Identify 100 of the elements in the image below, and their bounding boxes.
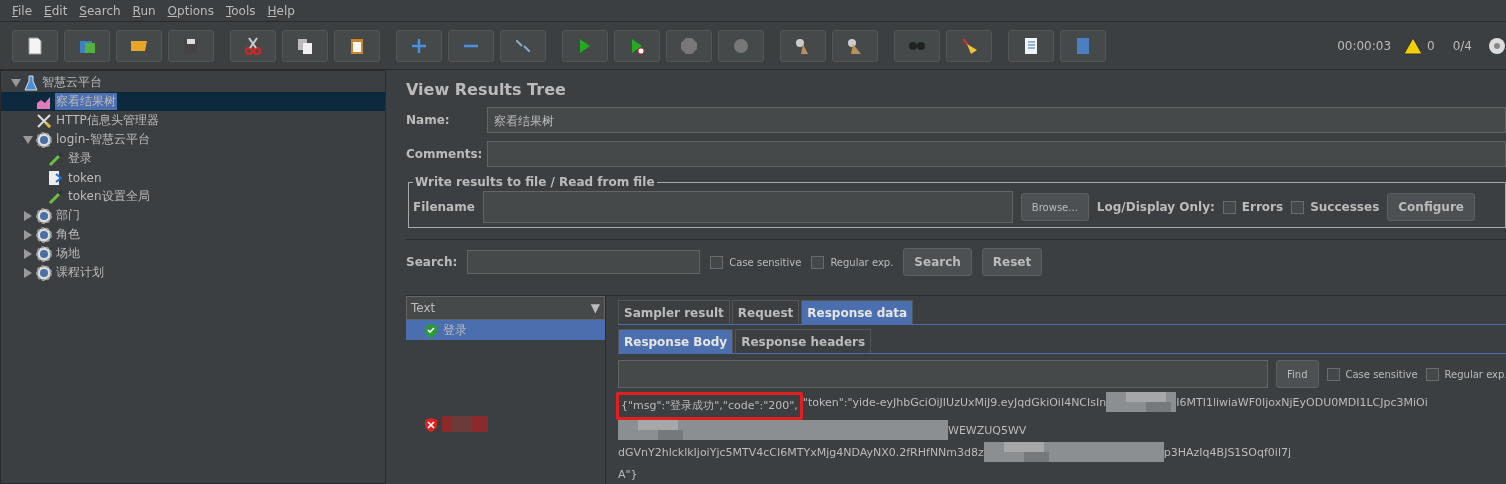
expanded-icon[interactable]: [23, 134, 33, 145]
tree-item[interactable]: 角色: [55, 226, 81, 243]
menu-item[interactable]: Tools: [219, 3, 262, 18]
start-no-pauses-button[interactable]: [614, 29, 660, 62]
gear-icon: [36, 207, 52, 224]
network-icon[interactable]: [1488, 36, 1506, 55]
checkbox[interactable]: [811, 255, 825, 269]
thread-count: 0/4: [1452, 38, 1472, 53]
toggle-button[interactable]: [500, 29, 546, 62]
name-field[interactable]: 察看结果树: [487, 107, 1506, 133]
pipette-icon: [48, 150, 64, 167]
field-label: Comments:: [406, 147, 481, 161]
gear-icon: [36, 226, 52, 243]
minus-icon: [464, 43, 478, 48]
collapsed-icon[interactable]: [23, 210, 33, 221]
save-button[interactable]: [168, 29, 214, 62]
open-icon: [131, 40, 147, 51]
warning-count: 0: [1427, 38, 1435, 53]
browse-button[interactable]: Browse...: [1020, 193, 1089, 221]
shutdown-button[interactable]: [718, 29, 764, 62]
checkbox-label: Errors: [1241, 200, 1284, 214]
checkbox-label: Regular exp.: [830, 256, 894, 268]
clear-all-button[interactable]: [832, 29, 878, 62]
checkbox[interactable]: [1222, 200, 1236, 214]
tree-item[interactable]: 场地: [55, 245, 81, 262]
find-button[interactable]: Find: [1276, 360, 1319, 388]
help-button[interactable]: [1060, 29, 1106, 62]
panel-title: View Results Tree: [406, 79, 567, 101]
checkbox[interactable]: [710, 255, 724, 269]
menu-item[interactable]: Edit: [38, 3, 74, 18]
tab[interactable]: Response headers: [735, 329, 872, 353]
save-icon: [184, 38, 198, 53]
tree-item[interactable]: 课程计划: [55, 264, 105, 281]
menu-item[interactable]: Help: [261, 3, 301, 18]
tree-item[interactable]: 登录: [67, 150, 93, 167]
menu-item[interactable]: Options: [161, 3, 220, 18]
gear-icon: [36, 131, 52, 148]
plus-button[interactable]: [396, 29, 442, 62]
collapsed-icon[interactable]: [23, 248, 33, 259]
field-label: Name:: [406, 113, 451, 127]
toggle-icon: [516, 39, 530, 52]
tree-item[interactable]: token设置全局: [67, 188, 151, 205]
response-line: A"}: [618, 467, 639, 483]
find-field[interactable]: [618, 360, 1268, 388]
comments-field[interactable]: [487, 141, 1506, 167]
stop-icon: [679, 35, 699, 56]
checkbox-label: Case sensitive: [729, 256, 802, 268]
search-button[interactable]: Search: [903, 248, 972, 276]
warning-icon: [1403, 36, 1424, 55]
new-icon: [25, 35, 45, 56]
elapsed-time: 00:00:03: [1337, 38, 1392, 53]
checkbox-label: Successes: [1310, 200, 1380, 214]
tree-item[interactable]: 智慧云平台: [41, 74, 103, 91]
checkbox[interactable]: [1326, 367, 1340, 381]
start-icon: [580, 38, 590, 53]
search-field[interactable]: [467, 250, 701, 274]
new-button[interactable]: [12, 29, 58, 62]
response-line: dGVnY2hlcklkIjoiYjc5MTV4cCI6MTYxMjg4NDAyNX0.2fRHfNNm3d8z p3HAzIq4BJS1SOqf0il7j: [618, 442, 1506, 464]
tree-item[interactable]: login-智慧云平台: [55, 131, 151, 148]
gear-icon: [36, 245, 52, 262]
renderer-dropdown[interactable]: Text ▼: [406, 296, 605, 320]
cut-icon: [243, 35, 263, 56]
group-title: Write results to file / Read from file: [414, 175, 656, 189]
menu-item[interactable]: Search: [73, 3, 127, 18]
search-icon: [909, 41, 925, 50]
checkbox[interactable]: [1291, 200, 1305, 214]
tree-item[interactable]: token: [67, 170, 103, 185]
broom-button[interactable]: [946, 29, 992, 62]
configure-button[interactable]: Configure: [1387, 193, 1475, 221]
tree-item[interactable]: 部门: [55, 207, 81, 224]
flask-icon: [24, 74, 38, 91]
copy-button[interactable]: [282, 29, 328, 62]
tab[interactable]: Request: [731, 300, 800, 324]
tree-item[interactable]: HTTP信息头管理器: [55, 112, 160, 129]
tab[interactable]: Sampler result: [618, 300, 730, 324]
tab[interactable]: Response data: [801, 300, 914, 324]
collapsed-icon[interactable]: [23, 229, 33, 240]
menu-item[interactable]: File: [6, 3, 39, 18]
menu-item[interactable]: Run: [126, 3, 162, 18]
search-button[interactable]: [894, 29, 940, 62]
collapsed-icon[interactable]: [23, 267, 33, 278]
stop-button[interactable]: [666, 29, 712, 62]
filename-field[interactable]: [482, 191, 1013, 223]
checkbox-label: Regular exp.: [1444, 368, 1506, 380]
cut-button[interactable]: [230, 29, 276, 62]
document-arrow-icon: [48, 169, 64, 186]
clear-button[interactable]: [780, 29, 826, 62]
tools-icon: [36, 112, 52, 129]
tab[interactable]: Response Body: [618, 329, 734, 353]
reset-button[interactable]: Reset: [981, 248, 1043, 276]
checkbox[interactable]: [1425, 367, 1439, 381]
templates-button[interactable]: [64, 29, 110, 62]
paste-button[interactable]: [334, 29, 380, 62]
open-button[interactable]: [116, 29, 162, 62]
start-button[interactable]: [562, 29, 608, 62]
list-button[interactable]: [1008, 29, 1054, 62]
pipette-icon: [48, 188, 64, 205]
field-label: Filename: [413, 200, 475, 214]
expanded-icon[interactable]: [11, 77, 21, 88]
field-label: Search:: [406, 255, 458, 269]
